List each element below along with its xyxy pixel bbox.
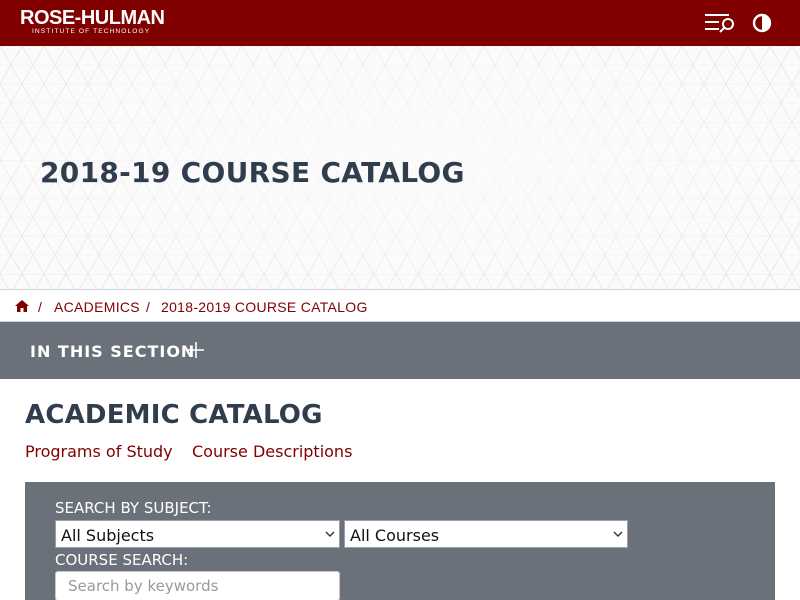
home-icon[interactable] [14, 299, 30, 313]
course-descriptions-link[interactable]: Course Descriptions [192, 442, 352, 461]
subject-select[interactable]: All Subjects [55, 520, 340, 548]
breadcrumb-separator: / [146, 299, 150, 315]
menu-search-icon[interactable] [703, 12, 737, 34]
plus-icon[interactable] [187, 341, 205, 359]
breadcrumb-item-course-catalog[interactable]: 2018-2019 COURSE CATALOG [161, 299, 368, 315]
chevron-down-icon [613, 531, 623, 537]
in-this-section-toggle[interactable]: IN THIS SECTION [0, 322, 800, 379]
page-title: 2018-19 COURSE CATALOG [40, 156, 465, 189]
course-search-label: COURSE SEARCH: [55, 551, 189, 569]
site-logo[interactable]: ROSE-HULMAN INSTITUTE OF TECHNOLOGY [20, 8, 165, 36]
breadcrumb-separator: / [38, 299, 42, 315]
section-label: IN THIS SECTION [30, 342, 196, 361]
logo-main-text: ROSE-HULMAN [20, 7, 165, 29]
course-select[interactable]: All Courses [344, 520, 628, 548]
top-bar: ROSE-HULMAN INSTITUTE OF TECHNOLOGY [0, 0, 800, 46]
course-select-value: All Courses [350, 526, 440, 545]
chevron-down-icon [325, 531, 335, 537]
contrast-icon[interactable] [752, 13, 772, 33]
logo-sub-text: INSTITUTE OF TECHNOLOGY [32, 28, 151, 35]
subject-select-value: All Subjects [61, 526, 155, 545]
hero-banner: 2018-19 COURSE CATALOG [0, 46, 800, 289]
breadcrumb-item-academics[interactable]: ACADEMICS [54, 299, 140, 315]
main-heading: ACADEMIC CATALOG [25, 400, 323, 430]
keyword-search-input[interactable] [55, 571, 340, 600]
subject-search-label: SEARCH BY SUBJECT: [55, 499, 212, 517]
programs-of-study-link[interactable]: Programs of Study [25, 442, 173, 461]
breadcrumb: / ACADEMICS / 2018-2019 COURSE CATALOG [0, 289, 800, 322]
